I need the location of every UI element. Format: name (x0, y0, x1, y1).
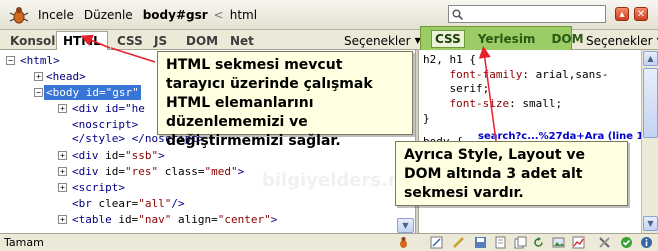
image-icon[interactable] (552, 236, 565, 249)
firebug-status-icon[interactable] (397, 236, 410, 249)
save-icon[interactable] (474, 236, 487, 249)
pencil-icon[interactable] (452, 236, 465, 249)
copy-icon[interactable] (514, 236, 527, 249)
refresh-icon[interactable] (532, 236, 545, 249)
tools-icon[interactable] (598, 236, 611, 249)
status-text: Tamam (4, 236, 44, 249)
arrow-to-side-tabs (478, 46, 497, 142)
chart-icon[interactable] (572, 236, 585, 249)
arrow-to-html-tab (80, 34, 111, 49)
annotation-arrows (80, 34, 497, 142)
document-icon[interactable] (494, 236, 507, 249)
arrow-line-html (110, 47, 156, 63)
info-icon[interactable] (640, 236, 653, 249)
checkmark-icon[interactable] (620, 236, 633, 249)
edit-icon[interactable] (430, 236, 443, 249)
